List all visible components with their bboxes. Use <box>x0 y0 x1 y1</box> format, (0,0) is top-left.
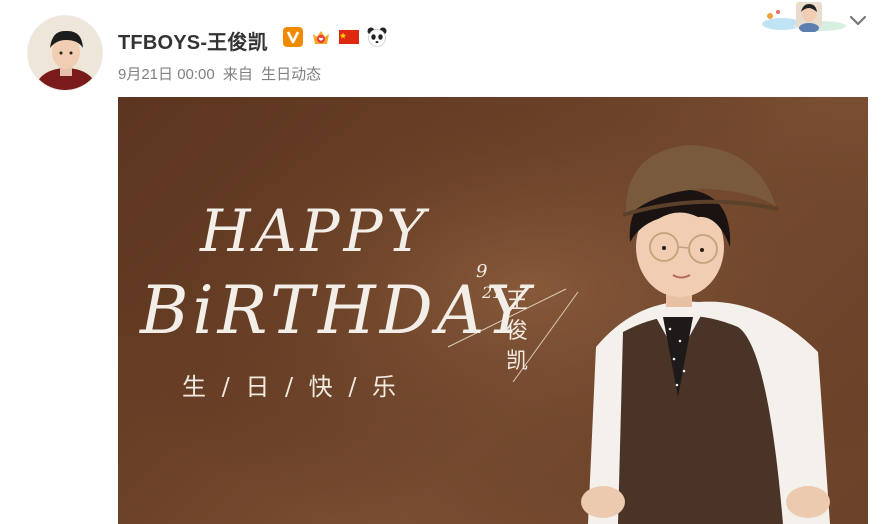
author-name[interactable]: TFBOYS-王俊凯 <box>118 26 268 55</box>
author-avatar[interactable] <box>27 15 103 91</box>
happy-headline: HAPPY <box>200 197 429 265</box>
post-time[interactable]: 9月21日 00:00 <box>118 66 215 83</box>
china-flag-icon[interactable] <box>338 26 360 48</box>
verified-v-icon[interactable] <box>282 26 304 48</box>
date-day: 21 <box>482 283 503 302</box>
card-decoration-image <box>760 2 848 33</box>
date-month: 9 <box>476 261 488 282</box>
post-meta: 9月21日 00:00 来自 生日动态 <box>118 63 325 84</box>
cn-greeting: 生 / 日 / 快 / 乐 <box>182 373 401 401</box>
name-vertical: 王俊凯 <box>506 289 529 374</box>
post-image[interactable]: HAPPY BiRTHDAY 生 / 日 / 快 / 乐 9 21 王俊凯 <box>118 97 868 524</box>
author-badges: ❤ <box>282 26 388 48</box>
svg-text:❤: ❤ <box>318 38 323 44</box>
panda-icon[interactable] <box>366 26 388 48</box>
via-prefix: 来自 <box>222 66 253 83</box>
date-block: 9 21 王俊凯 <box>458 257 578 397</box>
post-source[interactable]: 生日动态 <box>261 66 321 83</box>
crown-medal-icon[interactable]: ❤ <box>310 26 332 48</box>
chevron-down-icon[interactable] <box>848 14 868 28</box>
